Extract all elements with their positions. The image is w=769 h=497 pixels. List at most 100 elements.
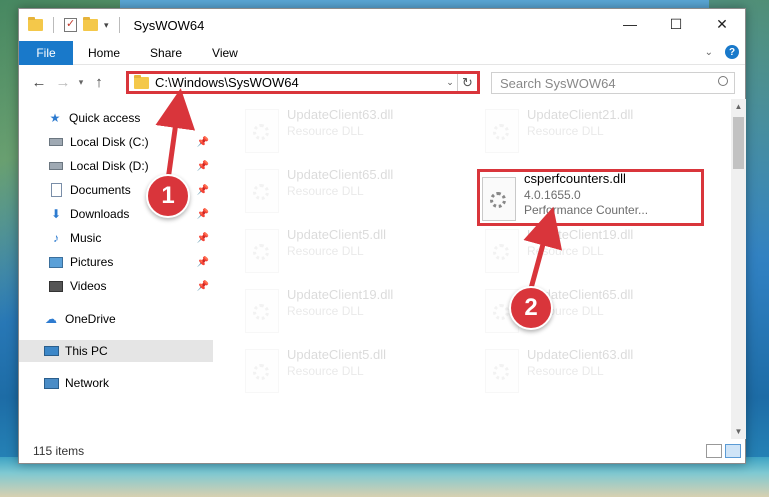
file-item[interactable]: UpdateClient5.dll Resource DLL (235, 343, 465, 399)
nav-item-label: OneDrive (65, 312, 116, 326)
nav-item-quick-access[interactable]: ★ Quick access (19, 107, 213, 129)
nav-item-music[interactable]: ♪ Music 📌 (19, 227, 213, 249)
file-name: UpdateClient21.dll (527, 107, 634, 122)
nav-item-onedrive[interactable]: ☁ OneDrive (19, 308, 213, 330)
nav-item-label: Network (65, 376, 110, 390)
view-toggle (706, 444, 741, 458)
window-controls: — ☐ ✕ (607, 9, 745, 39)
file-name: UpdateClient63.dll (527, 347, 634, 362)
scroll-down-icon[interactable]: ▼ (731, 424, 746, 439)
file-item[interactable]: UpdateClient63.dll Resource DLL (475, 343, 705, 399)
dll-file-icon (245, 289, 279, 333)
pin-icon[interactable]: 📌 (197, 137, 209, 148)
tiles-view-icon[interactable] (725, 444, 741, 458)
file-name: UpdateClient19.dll (527, 227, 634, 242)
file-type: Resource DLL (287, 244, 364, 258)
scrollbar-thumb[interactable] (733, 117, 744, 169)
ribbon-tabs: File Home Share View ⌄ ? (19, 40, 745, 65)
music-icon: ♪ (53, 231, 59, 245)
forward-arrow-icon[interactable]: → (51, 74, 75, 91)
file-item[interactable]: UpdateClient65.dll Resource DLL (235, 163, 465, 219)
search-placeholder: Search SysWOW64 (500, 75, 616, 91)
videos-icon (48, 279, 64, 293)
file-list: UpdateClient63.dll Resource DLL UpdateCli… (225, 103, 725, 438)
file-name: UpdateClient65.dll (287, 167, 394, 182)
pin-icon[interactable]: 📌 (197, 185, 209, 196)
pin-icon[interactable]: 📌 (197, 257, 209, 268)
nav-item-local-disk-c[interactable]: Local Disk (C:) 📌 (19, 131, 213, 153)
documents-icon (48, 183, 64, 197)
recent-locations-chevron-icon[interactable]: ▾ (75, 77, 87, 88)
details-view-icon[interactable] (706, 444, 722, 458)
scroll-up-icon[interactable]: ▲ (731, 99, 746, 114)
refresh-icon[interactable]: ↻ (457, 74, 477, 91)
nav-item-videos[interactable]: Videos 📌 (19, 275, 213, 297)
vertical-scrollbar[interactable]: ▲ ▼ (731, 99, 746, 439)
title-bar: ▾ SysWOW64 — ☐ ✕ (19, 9, 745, 41)
address-dropdown-chevron-icon[interactable]: ⌄ (443, 77, 457, 88)
file-type: Resource DLL (287, 124, 364, 138)
new-folder-icon[interactable] (83, 17, 98, 31)
dll-file-icon (245, 229, 279, 273)
dll-file-icon (245, 109, 279, 153)
tab-view[interactable]: View (197, 46, 253, 60)
navigation-bar: ← → ▾ ↑ C:\Windows\SysWOW64 ⌄ ↻ Search S… (19, 66, 745, 99)
drive-icon (48, 135, 64, 149)
address-path[interactable]: C:\Windows\SysWOW64 (155, 75, 443, 90)
pin-icon[interactable]: 📌 (197, 209, 209, 220)
folder-icon (134, 74, 149, 89)
search-icon (718, 76, 728, 86)
downloads-icon: ⬇ (50, 207, 62, 221)
dll-file-icon (245, 349, 279, 393)
file-item[interactable]: UpdateClient21.dll Resource DLL (475, 103, 705, 159)
file-item[interactable]: UpdateClient19.dll Resource DLL (475, 223, 705, 279)
file-item[interactable]: UpdateClient63.dll Resource DLL (235, 103, 465, 159)
maximize-button[interactable]: ☐ (653, 9, 699, 39)
nav-item-local-disk-d[interactable]: Local Disk (D:) 📌 (19, 155, 213, 177)
back-arrow-icon[interactable]: ← (27, 74, 51, 91)
nav-item-pictures[interactable]: Pictures 📌 (19, 251, 213, 273)
dll-file-icon (485, 109, 519, 153)
nav-item-label: Videos (70, 279, 107, 293)
file-name: UpdateClient5.dll (287, 347, 387, 362)
help-icon[interactable]: ? (725, 45, 739, 59)
folder-icon (28, 17, 43, 31)
quick-access-toolbar: ▾ (19, 17, 124, 33)
minimize-button[interactable]: — (607, 9, 653, 39)
tab-home[interactable]: Home (73, 46, 135, 60)
file-type: Resource DLL (287, 364, 364, 378)
pin-icon[interactable]: 📌 (197, 281, 209, 292)
address-bar[interactable]: C:\Windows\SysWOW64 ⌄ ↻ (126, 71, 480, 94)
file-explorer-window: ▾ SysWOW64 — ☐ ✕ File Home Share View ⌄ … (18, 8, 746, 464)
status-bar: 115 items (19, 439, 745, 463)
properties-icon[interactable] (64, 17, 77, 32)
tab-file[interactable]: File (19, 40, 73, 65)
item-count: 115 items (33, 444, 85, 458)
step-two-callout: 2 (509, 286, 553, 330)
pin-icon[interactable]: 📌 (197, 233, 209, 244)
up-arrow-icon[interactable]: ↑ (87, 74, 111, 91)
file-type: Resource DLL (287, 184, 364, 198)
tab-share[interactable]: Share (135, 46, 197, 60)
search-input[interactable]: Search SysWOW64 (491, 72, 735, 94)
window-title: SysWOW64 (133, 17, 205, 33)
expand-ribbon-chevron-icon[interactable]: ⌄ (705, 47, 713, 58)
nav-item-label: Local Disk (D:) (70, 159, 149, 173)
nav-item-label: Music (70, 231, 102, 245)
file-item[interactable]: UpdateClient19.dll Resource DLL (235, 283, 465, 339)
pin-icon[interactable]: 📌 (197, 161, 209, 172)
nav-item-this-pc[interactable]: This PC (19, 340, 213, 362)
dll-file-icon (245, 169, 279, 213)
nav-item-label: Local Disk (C:) (70, 135, 149, 149)
network-icon (43, 376, 59, 390)
toolbar-divider (53, 17, 54, 33)
close-button[interactable]: ✕ (699, 9, 745, 39)
navigation-pane: ★ Quick access Local Disk (C:) 📌 Local D… (19, 103, 213, 438)
nav-item-label: Downloads (70, 207, 130, 221)
nav-item-label: Quick access (69, 111, 141, 125)
dll-file-icon (485, 229, 519, 273)
nav-item-network[interactable]: Network (19, 372, 213, 394)
file-item[interactable]: UpdateClient5.dll Resource DLL (235, 223, 465, 279)
customize-toolbar-chevron-icon[interactable]: ▾ (104, 20, 109, 31)
toolbar-divider (118, 17, 120, 33)
